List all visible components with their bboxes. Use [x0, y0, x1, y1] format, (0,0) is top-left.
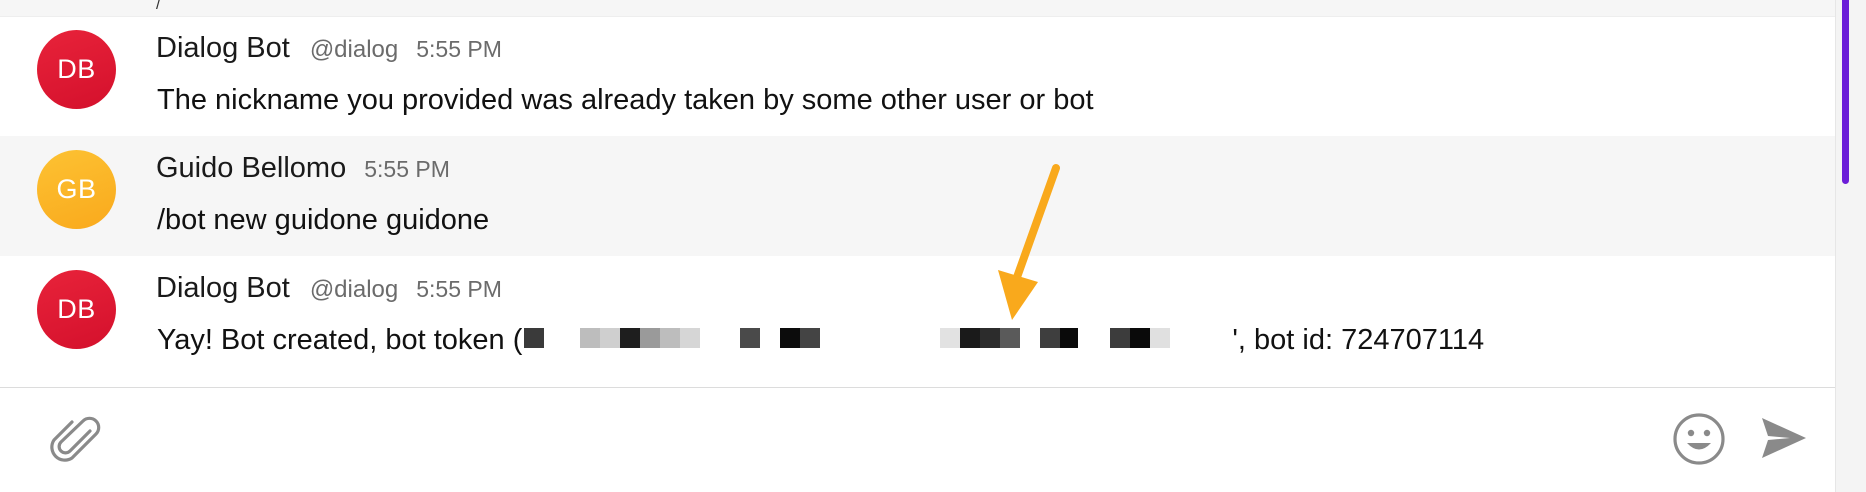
avatar[interactable]: DB	[37, 270, 116, 349]
message-composer	[0, 388, 1835, 492]
avatar[interactable]: GB	[37, 150, 116, 229]
avatar[interactable]: DB	[37, 30, 116, 109]
sender-name[interactable]: Dialog Bot	[156, 272, 290, 305]
message-text-suffix: ', bot id: 724707114	[1232, 324, 1485, 356]
message-feed: / DB Dialog Bot @dialog 5:55 PM The nick…	[0, 0, 1835, 388]
message-item: DB Dialog Bot @dialog 5:55 PM The nickna…	[0, 16, 1835, 136]
message-time: 5:55 PM	[416, 276, 502, 302]
message-time: 5:55 PM	[364, 156, 450, 182]
scrollbar-track[interactable]	[1835, 0, 1866, 492]
message-text: Yay! Bot created, bot token (', bot id:…	[157, 324, 1484, 357]
redacted-token	[522, 326, 1233, 352]
sender-handle[interactable]: @dialog	[310, 36, 398, 64]
message-item: DB Dialog Bot @dialog 5:55 PM Yay! Bot c…	[0, 256, 1835, 376]
scrollbar-thumb[interactable]	[1842, 0, 1849, 184]
sender-name[interactable]: Guido Bellomo	[156, 152, 346, 185]
message-header: Guido Bellomo 5:55 PM	[156, 152, 450, 185]
message-text: The nickname you provided was already ta…	[157, 84, 1094, 116]
message-item: GB Guido Bellomo 5:55 PM /bot new guidon…	[0, 136, 1835, 256]
previous-message: /	[0, 0, 1835, 17]
sender-name[interactable]: Dialog Bot	[156, 32, 290, 65]
send-icon[interactable]	[1758, 412, 1810, 464]
message-text: /bot new guidone guidone	[157, 204, 490, 236]
chat-window: / DB Dialog Bot @dialog 5:55 PM The nick…	[0, 0, 1866, 492]
message-time: 5:55 PM	[416, 36, 502, 62]
previous-message-text: /	[156, 0, 161, 13]
message-header: Dialog Bot @dialog 5:55 PM	[156, 32, 502, 65]
message-input[interactable]	[130, 406, 1634, 468]
sender-handle[interactable]: @dialog	[310, 276, 398, 304]
message-text-prefix: Yay! Bot created, bot token (	[157, 324, 523, 356]
paperclip-icon[interactable]	[50, 413, 106, 469]
smiley-icon[interactable]	[1670, 410, 1728, 468]
message-header: Dialog Bot @dialog 5:55 PM	[156, 272, 502, 305]
